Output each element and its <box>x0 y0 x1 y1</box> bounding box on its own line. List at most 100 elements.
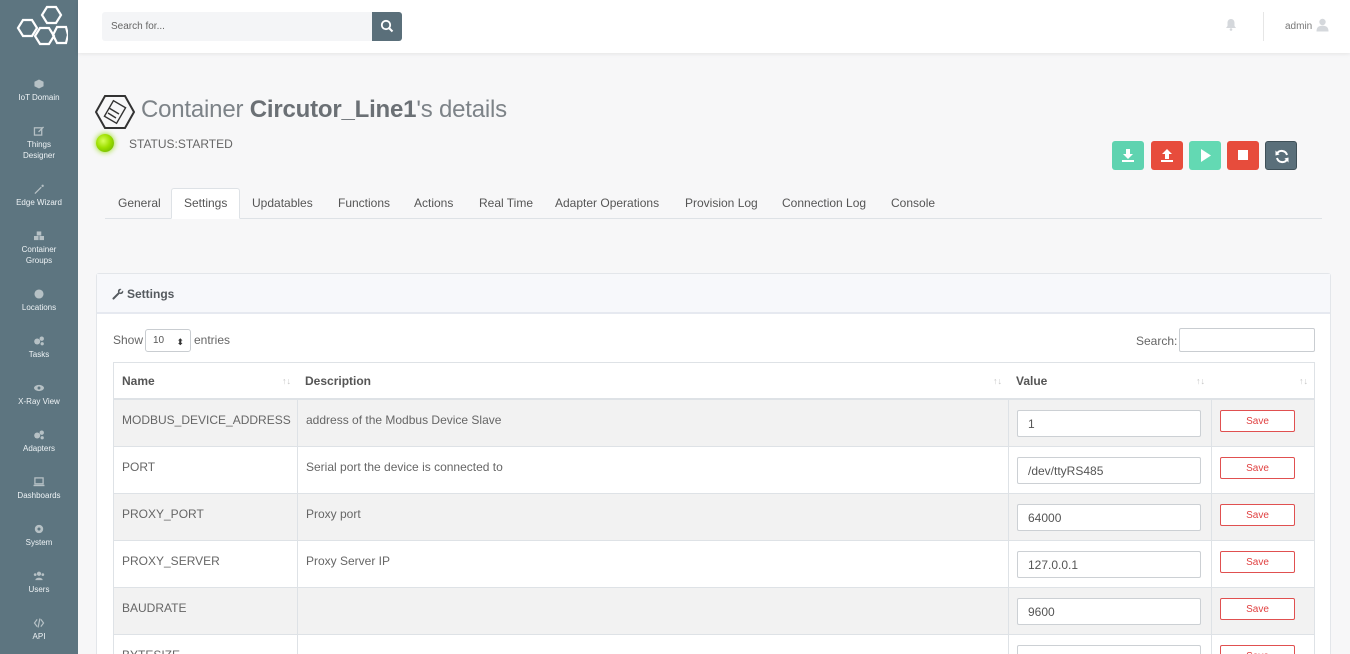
setting-name: BYTESIZE <box>122 648 180 654</box>
save-button[interactable]: Save <box>1220 410 1295 432</box>
column-divider <box>1008 400 1009 447</box>
sidebar-item-dashboards[interactable]: Dashboards <box>0 477 78 524</box>
column-divider <box>1008 635 1009 654</box>
eye-icon <box>34 384 44 392</box>
sidebar-item-label: Locations <box>21 303 57 312</box>
topbar-divider <box>1263 12 1264 41</box>
setting-value-input[interactable] <box>1017 645 1201 654</box>
sidebar-item-iot-domain[interactable]: IoT Domain <box>0 79 78 126</box>
sidebar-item-edge-wizard[interactable]: Edge Wizard <box>0 184 78 231</box>
sidebar-item-label: Tasks <box>28 350 50 359</box>
laptop-icon <box>33 477 45 487</box>
save-button[interactable]: Save <box>1220 457 1295 479</box>
sidebar-item-tasks[interactable]: Tasks <box>0 336 78 383</box>
cog-icon <box>34 524 44 534</box>
sidebar-item-api[interactable]: API <box>0 618 78 654</box>
search-input[interactable] <box>102 12 373 41</box>
sidebar-item-adapters[interactable]: Adapters <box>0 430 78 477</box>
setting-value-input[interactable] <box>1017 551 1201 578</box>
column-divider <box>297 494 298 541</box>
search-button[interactable] <box>372 12 402 41</box>
play-icon <box>1201 149 1211 162</box>
column-header-value[interactable]: Value ↑↓ <box>1008 363 1211 399</box>
save-button[interactable]: Save <box>1220 645 1295 654</box>
sidebar-item-x-ray-view[interactable]: X-Ray View <box>0 383 78 430</box>
sidebar-item-label: IoT Domain <box>18 93 60 102</box>
start-button[interactable] <box>1189 141 1221 170</box>
user-name[interactable]: admin <box>1285 21 1312 32</box>
column-divider <box>1211 588 1212 635</box>
cogs-icon <box>34 430 44 440</box>
refresh-icon <box>1275 149 1289 164</box>
entries-select[interactable]: 10 ⬍ <box>145 329 191 352</box>
settings-card-header: Settings <box>97 274 1330 314</box>
tab-updatables[interactable]: Updatables <box>252 188 313 219</box>
tab-functions[interactable]: Functions <box>338 188 390 219</box>
table-header: Name ↑↓ Description ↑↓ Value ↑↓ ↑↓ <box>113 362 1315 400</box>
setting-description: Proxy Server IP <box>306 554 391 568</box>
table-row: BAUDRATE Save <box>113 588 1315 635</box>
hexagon-logo-icon[interactable] <box>10 5 68 47</box>
cube-icon <box>34 79 44 89</box>
top-bar: admin <box>78 0 1350 53</box>
tab-actions[interactable]: Actions <box>414 188 453 219</box>
setting-value-input[interactable] <box>1017 457 1201 484</box>
sidebar-item-container-groups[interactable]: Container Groups <box>0 231 78 278</box>
refresh-button[interactable] <box>1265 141 1297 170</box>
detail-tabs: General Settings Updatables Functions Ac… <box>105 188 1322 219</box>
setting-value-input[interactable] <box>1017 410 1201 437</box>
sidebar-item-locations[interactable]: Locations <box>0 289 78 336</box>
sidebar-item-system[interactable]: System <box>0 524 78 571</box>
title-suffix: 's details <box>416 96 507 123</box>
column-header-description[interactable]: Description ↑↓ <box>297 363 1008 399</box>
upload-icon <box>1161 149 1173 162</box>
column-header-name[interactable]: Name ↑↓ <box>114 363 297 399</box>
sidebar: IoT Domain Things Designer Edge Wizard Cont… <box>0 0 78 654</box>
tab-console[interactable]: Console <box>891 188 935 219</box>
save-button[interactable]: Save <box>1220 598 1295 620</box>
column-divider <box>297 400 298 447</box>
entries-label: entries <box>194 333 231 347</box>
page-title: Container Circutor_Line1's details <box>141 96 507 124</box>
setting-value-input[interactable] <box>1017 504 1201 531</box>
sidebar-item-label: Edge Wizard <box>16 198 62 207</box>
cogs-icon <box>34 336 44 346</box>
column-divider <box>297 541 298 588</box>
tab-settings[interactable]: Settings <box>171 188 241 219</box>
bell-icon[interactable] <box>1225 18 1237 31</box>
save-button[interactable]: Save <box>1220 551 1295 573</box>
sidebar-item-things-designer[interactable]: Things Designer <box>0 126 78 173</box>
settings-card: Settings Show 10 ⬍ entries Search: Name ↑↓… <box>96 273 1331 654</box>
column-divider <box>1008 541 1009 588</box>
column-divider <box>1008 494 1009 541</box>
table-row: PROXY_SERVER Proxy Server IP Save <box>113 541 1315 588</box>
column-header-action[interactable]: ↑↓ <box>1211 363 1314 399</box>
stop-button[interactable] <box>1227 141 1259 170</box>
save-button[interactable]: Save <box>1220 504 1295 526</box>
upload-button[interactable] <box>1151 141 1183 170</box>
cubes-icon <box>34 231 44 241</box>
entries-select-value: 10 <box>153 335 165 346</box>
setting-description: Serial port the device is connected to <box>306 460 503 474</box>
tab-adapter-operations[interactable]: Adapter Operations <box>555 188 659 219</box>
setting-name: MODBUS_DEVICE_ADDRESS <box>122 413 291 427</box>
edit-icon <box>33 126 44 136</box>
sort-icon: ↑↓ <box>1196 376 1205 386</box>
setting-value-input[interactable] <box>1017 598 1201 625</box>
sidebar-item-label: Things Designer <box>22 140 55 160</box>
download-icon <box>1122 149 1134 162</box>
sidebar-item-label: Users <box>28 585 50 594</box>
tab-connection-log[interactable]: Connection Log <box>782 188 866 219</box>
sort-icon: ↑↓ <box>993 376 1002 386</box>
search-icon <box>380 19 394 33</box>
sidebar-item-users[interactable]: Users <box>0 571 78 618</box>
tab-general[interactable]: General <box>118 188 161 219</box>
tab-real-time[interactable]: Real Time <box>479 188 533 219</box>
magic-wand-icon <box>34 184 44 194</box>
column-divider <box>1211 541 1212 588</box>
user-icon[interactable] <box>1316 18 1329 32</box>
download-button[interactable] <box>1112 141 1144 170</box>
tab-provision-log[interactable]: Provision Log <box>685 188 758 219</box>
table-search-input[interactable] <box>1179 328 1315 352</box>
column-divider <box>1211 635 1212 654</box>
